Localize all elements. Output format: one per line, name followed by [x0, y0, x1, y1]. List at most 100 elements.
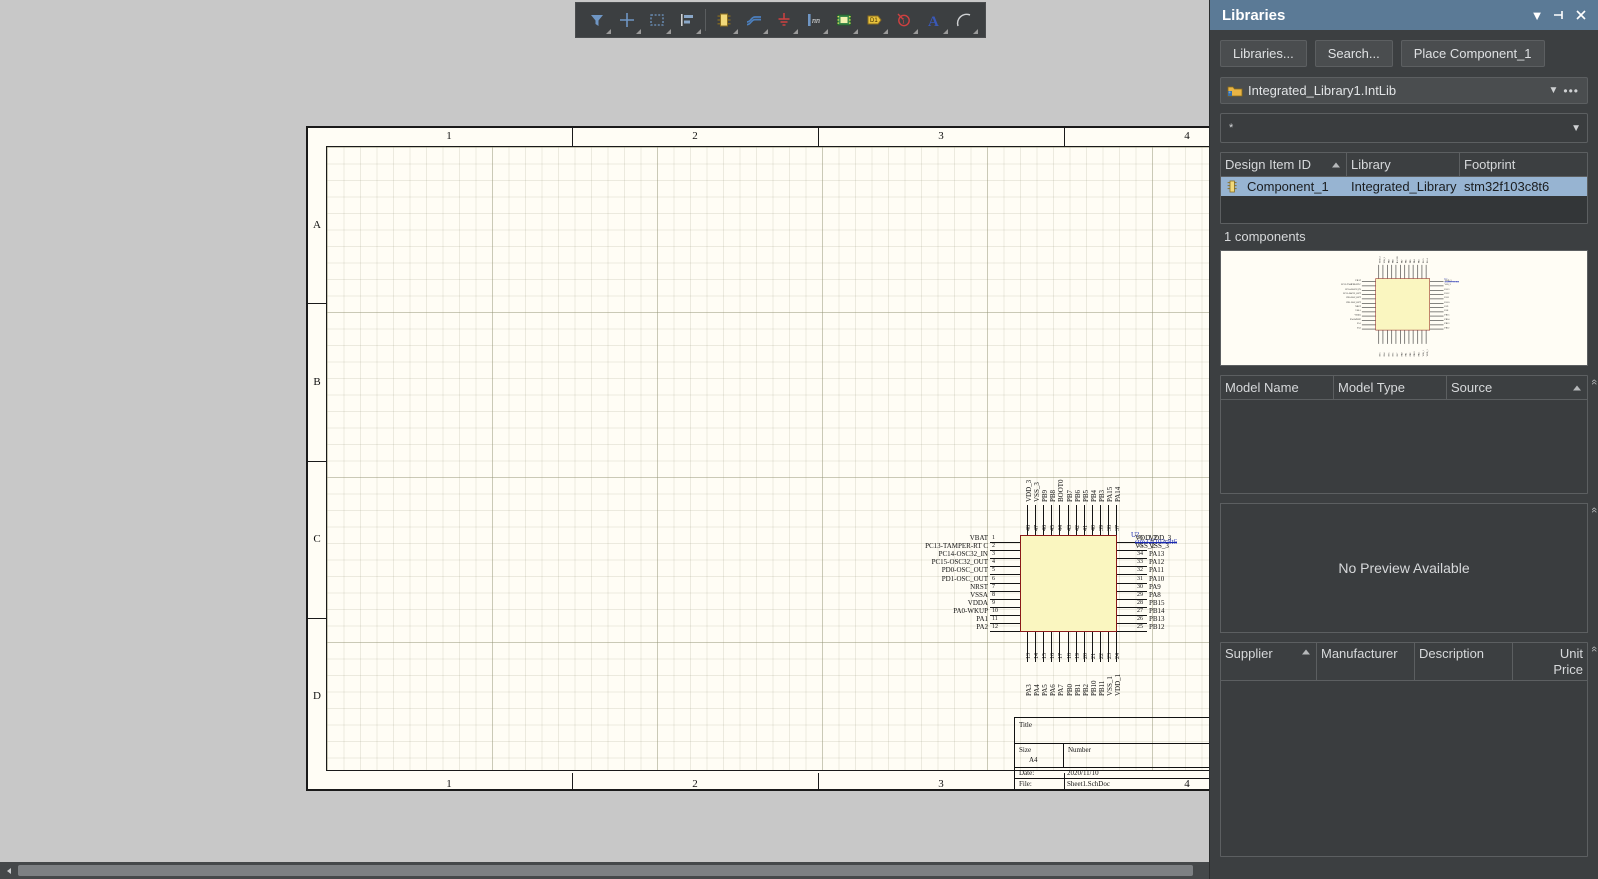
pin-name-PB7: PB7	[1065, 489, 1074, 502]
place-net-label-icon[interactable]: nn	[799, 5, 829, 35]
column-label-description: Description	[1419, 646, 1485, 661]
horizontal-scroll-thumb[interactable]	[18, 865, 1193, 876]
pin-number-48: 48	[1026, 525, 1032, 531]
preview-detail: VSS_3	[1444, 283, 1451, 286]
column-header-source[interactable]: Source	[1447, 376, 1587, 399]
column-header-model-type[interactable]: Model Type	[1334, 376, 1447, 399]
pin-name-PA9: PA9	[1149, 582, 1161, 591]
column-header-description[interactable]: Description	[1415, 643, 1513, 680]
panel-pin-icon[interactable]	[1548, 4, 1570, 26]
table-row[interactable]: Component_1 Integrated_Library stm32f103…	[1221, 177, 1587, 196]
pin-name-VBAT: VBAT	[969, 534, 988, 542]
panel-close-icon[interactable]	[1570, 4, 1592, 26]
place-wire-icon[interactable]	[739, 5, 769, 35]
title-block-row-date	[1015, 768, 1209, 779]
place-component-button[interactable]: Place Component_1	[1400, 40, 1545, 67]
scroll-left-arrow-icon[interactable]	[0, 862, 17, 879]
pin-name-PA12: PA12	[1149, 558, 1165, 567]
preview-detail: PA12	[1444, 291, 1450, 295]
pin-name-PC14-OSC32_IN: PC14-OSC32_IN	[938, 550, 988, 559]
pin-name-PB6: PB6	[1073, 489, 1082, 502]
schematic-sheet: 11223344AABBCCDD VBAT1PC13-TAMPER-RT C2P…	[306, 126, 1209, 791]
preview-detail: VSSA	[1355, 309, 1361, 312]
column-header-manufacturer[interactable]: Manufacturer	[1317, 643, 1415, 680]
component-filter-input[interactable]: * ▼	[1220, 113, 1588, 143]
pin-name-PA2: PA2	[976, 623, 988, 632]
preview-detail	[1391, 264, 1392, 279]
pin-number-17: 17	[1058, 653, 1065, 659]
preview-detail	[1361, 285, 1376, 287]
pin-number-18: 18	[1066, 653, 1073, 659]
library-combo-chevron-down-icon[interactable]: ▼	[1543, 85, 1563, 96]
preview-detail: VBAT	[1355, 278, 1361, 282]
column-label-supplier: Supplier	[1225, 646, 1273, 661]
place-sheet-symbol-icon[interactable]	[829, 5, 859, 35]
preview-detail	[1361, 294, 1376, 295]
place-port-icon[interactable]: D1	[859, 5, 889, 35]
supplier-section-collapse-icon[interactable]: «	[1588, 646, 1598, 652]
pin-name-VDD_3: VDD_3	[1025, 479, 1033, 502]
preview-detail	[1417, 330, 1418, 344]
svg-text:A: A	[928, 14, 939, 29]
pin-name-PA0-WKUP: PA0-WKUP	[953, 606, 988, 615]
horizontal-scrollbar[interactable]	[0, 862, 1209, 879]
preview-detail	[1382, 264, 1384, 279]
supplier-grid-rows	[1221, 681, 1587, 856]
footprint-section-collapse-icon[interactable]: «	[1588, 507, 1598, 513]
supplier-grid[interactable]: Supplier Manufacturer Description Unit P…	[1220, 642, 1588, 857]
library-selector-combo[interactable]: Integrated_Library1.IntLib ▼ •••	[1220, 77, 1588, 104]
preview-detail: PB0	[1400, 352, 1403, 357]
pin-name-PB11: PB11	[1097, 680, 1106, 696]
component-preview[interactable]: VBAT PC13-TAMPER-RT C PC14-OSC32_IN PC15-OS…	[1220, 250, 1588, 366]
preview-detail: PA13	[1444, 287, 1450, 291]
file-label: File:	[1019, 780, 1032, 788]
preview-detail	[1361, 281, 1376, 282]
preview-detail	[1430, 281, 1444, 282]
schematic-sheet-grid	[326, 146, 1209, 771]
pin-name-VDD_1: VDD_1	[1114, 673, 1123, 696]
align-icon[interactable]	[672, 5, 702, 35]
preview-detail	[1375, 278, 1430, 331]
preview-detail: PB1	[1404, 352, 1408, 357]
search-button[interactable]: Search...	[1314, 40, 1393, 67]
size-value: A4	[1029, 756, 1038, 764]
column-header-library[interactable]: Library	[1347, 153, 1460, 176]
pin-number-11: 11	[992, 616, 998, 622]
preview-detail: PC15-OSC32_OUT	[1343, 291, 1361, 295]
pin-number-8: 8	[992, 591, 995, 598]
place-arc-icon[interactable]	[949, 5, 979, 35]
component-grid-header: Design Item ID Library Footprint	[1221, 153, 1587, 177]
preview-detail	[1404, 264, 1405, 279]
panel-menu-icon[interactable]: ▼	[1526, 4, 1548, 26]
crosshair-place-icon[interactable]	[612, 5, 642, 35]
column-header-model-name[interactable]: Model Name	[1221, 376, 1334, 399]
pin-number-7: 7	[992, 583, 995, 590]
column-header-design-item-id[interactable]: Design Item ID	[1221, 153, 1347, 176]
place-no-erc-icon[interactable]: i	[889, 5, 919, 35]
libraries-panel-header: Libraries ▼	[1210, 0, 1598, 30]
place-text-string-icon[interactable]: A	[919, 5, 949, 35]
column-header-unit-price[interactable]: Unit Price	[1513, 643, 1587, 680]
pin-number-41: 41	[1082, 525, 1089, 531]
component-grid[interactable]: Design Item ID Library Footprint Compone…	[1220, 152, 1588, 224]
preview-detail	[1378, 330, 1380, 344]
pin-number-13: 13	[1026, 653, 1032, 659]
place-part-icon[interactable]	[709, 5, 739, 35]
svg-text:i: i	[902, 16, 905, 25]
selection-box-icon[interactable]	[642, 5, 672, 35]
pin-number-9: 9	[992, 599, 995, 606]
pin-number-37: 37	[1115, 525, 1122, 531]
column-header-supplier[interactable]: Supplier	[1221, 643, 1317, 680]
filter-icon[interactable]	[582, 5, 612, 35]
size-label: Size	[1019, 746, 1032, 754]
schematic-canvas[interactable]: 11223344AABBCCDD VBAT1PC13-TAMPER-RT C2P…	[0, 0, 1209, 852]
model-grid[interactable]: Model Name Model Type Source	[1220, 375, 1588, 494]
pin-name-NRST: NRST	[970, 582, 988, 591]
filter-chevron-down-icon[interactable]: ▼	[1571, 123, 1581, 134]
place-gnd-power-port-icon[interactable]	[769, 5, 799, 35]
column-header-footprint[interactable]: Footprint	[1460, 153, 1587, 176]
library-combo-more-icon[interactable]: •••	[1563, 84, 1583, 98]
libraries-button[interactable]: Libraries...	[1220, 40, 1307, 67]
model-section-collapse-icon[interactable]: «	[1588, 379, 1598, 385]
component-filter-value: *	[1229, 122, 1234, 134]
